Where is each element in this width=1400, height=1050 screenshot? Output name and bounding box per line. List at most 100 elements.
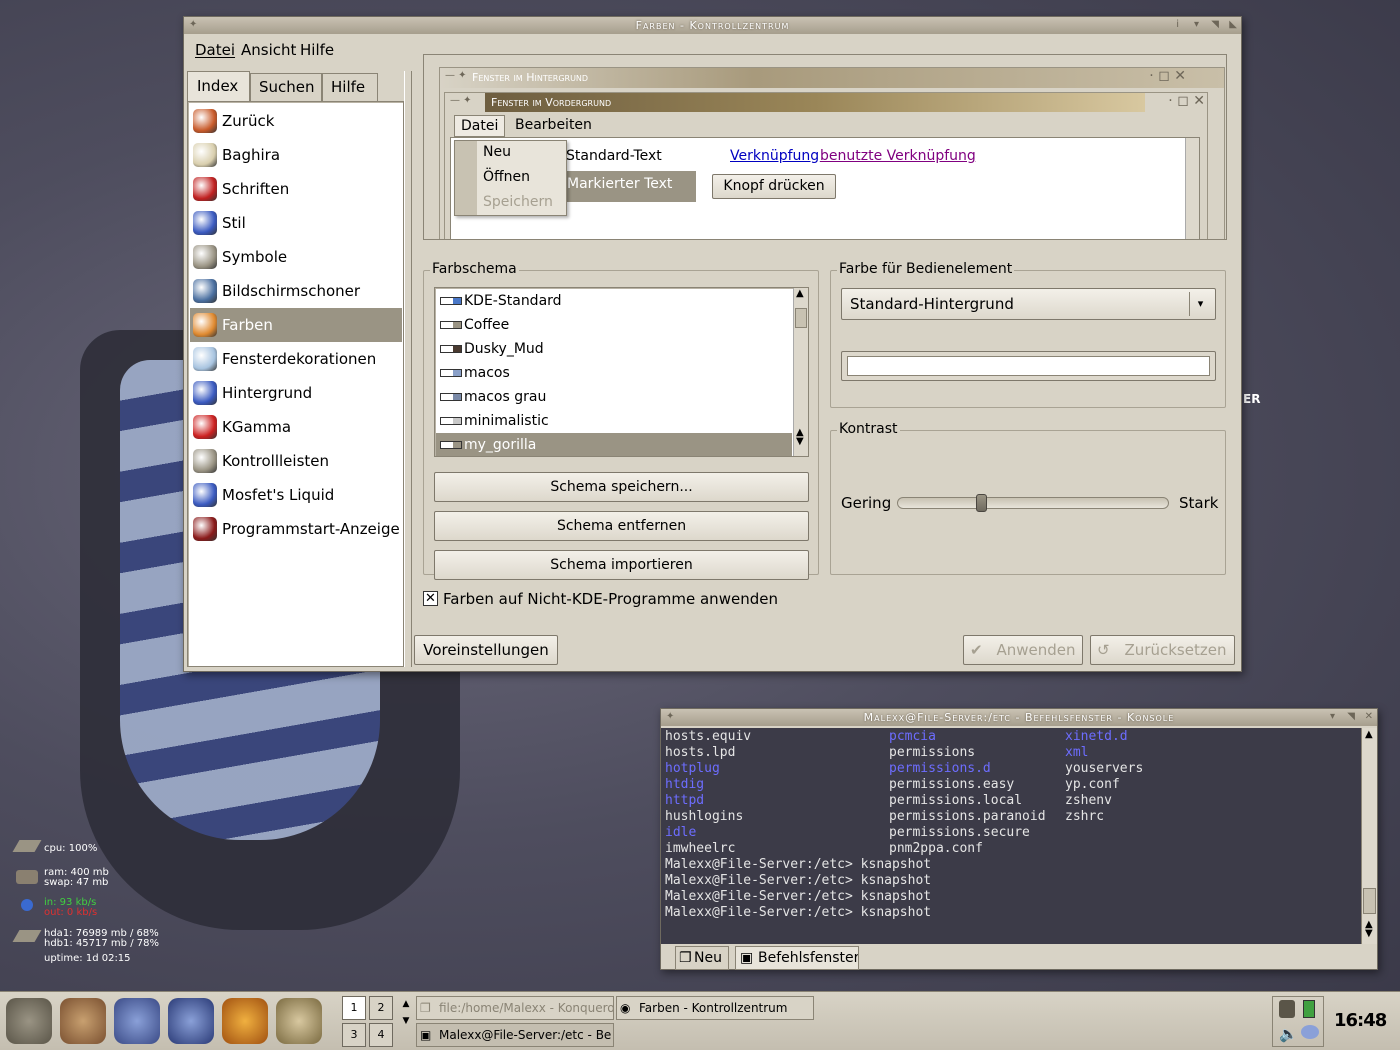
nav-item-hintergrund[interactable]: Hintergrund xyxy=(190,376,402,410)
nav-item-baghira[interactable]: Baghira xyxy=(190,138,402,172)
desktop-4[interactable]: 4 xyxy=(369,1023,393,1047)
taskbar-scroll[interactable]: ▲ ▼ xyxy=(400,996,412,1047)
konsole-session-tab[interactable]: ▣ Befehlsfenster xyxy=(735,946,859,970)
konsole-menu-icon[interactable]: ✦ xyxy=(666,711,674,722)
nav-item-programmstart-anzeige[interactable]: Programmstart-Anzeige xyxy=(190,512,402,546)
liquid-icon xyxy=(193,483,217,507)
screensaver-icon xyxy=(193,279,217,303)
nav-item-zurück[interactable]: Zurück xyxy=(190,104,402,138)
color-button[interactable] xyxy=(841,351,1216,381)
terminal-scroll-thumb[interactable] xyxy=(1363,888,1376,914)
scheme-item[interactable]: KDE-Standard xyxy=(436,289,792,313)
scheme-item[interactable]: my_gorilla xyxy=(436,433,792,456)
contrast-high-label: Stark xyxy=(1179,494,1219,512)
terminal-scroll-down-icon[interactable]: ▲ ▼ xyxy=(1365,920,1373,939)
scroll-down-icon[interactable]: ▲ ▼ xyxy=(796,428,804,447)
konqueror-icon[interactable] xyxy=(222,998,268,1044)
chat-icon[interactable] xyxy=(1301,1025,1319,1039)
taskbar: 1 2 3 4 ▲ ▼ ❐ file:/home/Malexx - Konquero… xyxy=(0,991,1400,1050)
menu-ansicht[interactable]: Ansicht xyxy=(241,41,296,59)
terminal-file-entry: permissions xyxy=(889,745,976,760)
maximize-icon[interactable]: ◥ xyxy=(1211,19,1219,30)
window-menu-icon[interactable]: ✦ xyxy=(189,19,197,30)
remove-scheme-button[interactable]: Schema entfernen xyxy=(434,511,809,541)
splitter-handle[interactable] xyxy=(404,71,412,667)
nav-item-kontrollleisten[interactable]: Kontrollleisten xyxy=(190,444,402,478)
nav-item-label: Fensterdekorationen xyxy=(222,350,377,368)
defaults-button[interactable]: Voreinstellungen xyxy=(414,635,558,665)
apply-nonkde-checkbox[interactable]: ✕ xyxy=(423,591,438,606)
nav-item-label: Hintergrund xyxy=(222,384,313,402)
reset-button[interactable]: ↺ Zurücksetzen xyxy=(1090,635,1235,665)
menu-datei[interactable]: Datei xyxy=(195,41,235,59)
scroll-up-icon[interactable]: ▲ xyxy=(796,288,804,299)
konsole-minimize-icon[interactable]: ▾ xyxy=(1330,711,1335,722)
konsole-close-icon[interactable]: ✕ xyxy=(1365,711,1373,722)
task-konqueror-label: file:/home/Malexx - Konqueror xyxy=(439,1001,614,1015)
terminal-scroll-up-icon[interactable]: ▲ xyxy=(1365,729,1373,740)
nav-item-bildschirmschoner[interactable]: Bildschirmschoner xyxy=(190,274,402,308)
contrast-slider[interactable] xyxy=(897,494,1169,512)
help-titlebar-icon[interactable]: i xyxy=(1176,19,1179,30)
menu-hilfe[interactable]: Hilfe xyxy=(300,41,334,59)
module-list[interactable]: Zurück Baghira Schriften Stil Symbole Bildsch… xyxy=(187,101,404,667)
terminal-area[interactable]: hosts.equiv hosts.lpd hotplug htdig httpd hus… xyxy=(661,728,1361,944)
preview-bg-controls: · ◻ ✕ xyxy=(1149,68,1186,84)
scheme-item[interactable]: macos xyxy=(436,361,792,385)
scheme-list-scrollbar[interactable]: ▲ ▲ ▼ xyxy=(793,288,808,456)
colors-icon xyxy=(193,313,217,337)
import-scheme-button[interactable]: Schema importieren xyxy=(434,550,809,580)
nav-item-fensterdekorationen[interactable]: Fensterdekorationen xyxy=(190,342,402,376)
tray-app-icon[interactable] xyxy=(1279,1000,1295,1018)
scheme-item[interactable]: macos grau xyxy=(436,385,792,409)
konsole-maximize-icon[interactable]: ◥ xyxy=(1347,711,1355,722)
minimize-icon[interactable]: ▾ xyxy=(1194,19,1199,30)
desktop-2[interactable]: 2 xyxy=(369,996,393,1020)
task-konsole[interactable]: ▣ Malexx@File-Server:/etc - Be xyxy=(416,1023,614,1047)
battery-icon[interactable] xyxy=(1303,1000,1315,1018)
control-center-icon[interactable] xyxy=(114,998,160,1044)
scheme-item[interactable]: minimalistic xyxy=(436,409,792,433)
scheme-item[interactable]: Coffee xyxy=(436,313,792,337)
desktop-3[interactable]: 3 xyxy=(342,1023,366,1047)
task-konqueror[interactable]: ❐ file:/home/Malexx - Konqueror xyxy=(416,996,614,1020)
close-icon[interactable]: ◣ xyxy=(1229,19,1237,30)
nav-item-label: Schriften xyxy=(222,180,290,198)
clock[interactable]: 16:48 xyxy=(1334,1010,1387,1031)
task-control-center[interactable]: ◉ Farben - Kontrollzentrum xyxy=(616,996,814,1020)
terminal-scrollbar[interactable]: ▲ ▲ ▼ xyxy=(1361,728,1377,944)
desktop-1[interactable]: 1 xyxy=(342,996,366,1020)
konsole-launcher-icon[interactable] xyxy=(168,998,214,1044)
save-scheme-button[interactable]: Schema speichern... xyxy=(434,472,809,502)
preview-scrollbar xyxy=(1185,138,1199,239)
tab-index[interactable]: Index xyxy=(187,71,250,101)
contrast-slider-handle[interactable] xyxy=(976,494,988,512)
tab-suchen[interactable]: Suchen xyxy=(250,73,322,101)
nav-item-stil[interactable]: Stil xyxy=(190,206,402,240)
nav-item-mosfet-s-liquid[interactable]: Mosfet's Liquid xyxy=(190,478,402,512)
tab-hilfe[interactable]: Hilfe xyxy=(322,73,378,101)
nav-item-kgamma[interactable]: KGamma xyxy=(190,410,402,444)
nav-item-schriften[interactable]: Schriften xyxy=(190,172,402,206)
scheme-item-label: KDE-Standard xyxy=(464,293,562,309)
window-titlebar[interactable]: Farben - Kontrollzentrum xyxy=(184,17,1241,34)
scheme-item[interactable]: Dusky_Mud xyxy=(436,337,792,361)
nav-item-symbole[interactable]: Symbole xyxy=(190,240,402,274)
widget-color-select[interactable]: Standard-Hintergrund ▾ xyxy=(841,288,1216,320)
color-scheme-list[interactable]: my_gorilla minimalistic macos grau macos Dus… xyxy=(434,287,809,457)
konsole-titlebar[interactable]: Malexx@File-Server:/etc - Befehlsfenster… xyxy=(661,709,1377,726)
preview-button-label: Knopf drücken xyxy=(723,178,825,194)
home-icon[interactable] xyxy=(60,998,106,1044)
nav-item-farben[interactable]: Farben xyxy=(190,308,402,342)
preview-standard-text: Standard-Text xyxy=(566,148,662,164)
scheme-item-label: macos xyxy=(464,365,510,381)
apply-nonkde-label[interactable]: Farben auf Nicht-KDE-Programme anwenden xyxy=(443,590,778,608)
kmenu-icon[interactable] xyxy=(6,998,52,1044)
volume-icon[interactable]: 🔈 xyxy=(1279,1025,1298,1043)
apply-button[interactable]: ✔ Anwenden xyxy=(963,635,1083,665)
konsole-new-tab-button[interactable]: ❐ Neu xyxy=(675,946,729,970)
scroll-thumb[interactable] xyxy=(795,308,807,328)
net-out-label: out: 0 kb/s xyxy=(44,907,98,918)
editor-icon[interactable] xyxy=(276,998,322,1044)
nav-item-label: Baghira xyxy=(222,146,281,164)
